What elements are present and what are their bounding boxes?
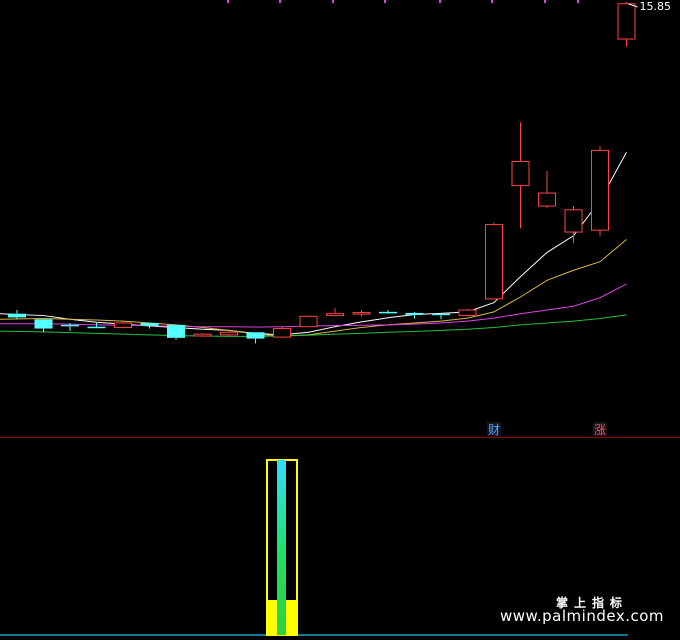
- candle-body: [458, 309, 477, 317]
- candle-22: [591, 146, 609, 236]
- top-tick-marks: [227, 0, 579, 3]
- candle-10: [273, 326, 291, 338]
- candle-body: [273, 328, 291, 338]
- candle-16: [432, 313, 450, 320]
- candle-19: [511, 122, 530, 229]
- candle-body: [538, 192, 556, 207]
- candle-8: [220, 331, 238, 336]
- marker-label-0: 财: [488, 423, 500, 437]
- candle-20: [538, 170, 556, 208]
- candle-body: [61, 324, 79, 327]
- candle-21: [564, 206, 583, 244]
- candle-body: [140, 322, 159, 326]
- candle-body: [617, 3, 636, 40]
- candle-body: [193, 333, 212, 337]
- candle-23: [617, 1, 636, 47]
- event-markers: 财涨: [487, 422, 607, 437]
- candle-body: [511, 161, 530, 187]
- candle-6: [167, 324, 185, 340]
- watermark-url: www.palmindex.com: [499, 607, 664, 625]
- candle-12: [326, 308, 344, 317]
- marker-label-1: 涨: [594, 422, 606, 437]
- candle-3: [87, 322, 106, 329]
- candle-body: [326, 313, 344, 317]
- candle-body: [591, 149, 609, 231]
- candle-18: [485, 222, 503, 300]
- candle-body: [246, 332, 265, 339]
- last-price-label: 15.85: [640, 0, 672, 13]
- candle-body: [34, 319, 53, 329]
- candle-body: [379, 311, 397, 314]
- stock-chart: 财涨 15.85: [0, 0, 680, 636]
- candle-body: [220, 331, 238, 336]
- moving-average-lines: [0, 151, 627, 337]
- candle-body: [8, 313, 26, 318]
- candle-4: [114, 321, 132, 329]
- candle-14: [379, 309, 397, 314]
- indicator-inner-bar: [277, 460, 286, 635]
- ma-line-0: [0, 151, 627, 336]
- candle-body: [352, 312, 371, 315]
- candlesticks: [8, 1, 638, 344]
- candle-5: [140, 322, 159, 329]
- candle-0: [8, 309, 26, 320]
- candle-13: [352, 309, 371, 317]
- candle-body: [299, 315, 318, 328]
- candle-17: [458, 308, 477, 317]
- candle-9: [246, 332, 265, 344]
- candle-11: [299, 315, 318, 328]
- candle-body: [405, 312, 424, 315]
- candle-body: [432, 313, 450, 316]
- candle-1: [34, 319, 53, 333]
- candle-7: [193, 333, 212, 337]
- candle-body: [87, 326, 106, 329]
- candle-body: [564, 209, 583, 233]
- candle-body: [114, 322, 132, 328]
- candle-body: [485, 224, 503, 300]
- candle-body: [167, 324, 185, 338]
